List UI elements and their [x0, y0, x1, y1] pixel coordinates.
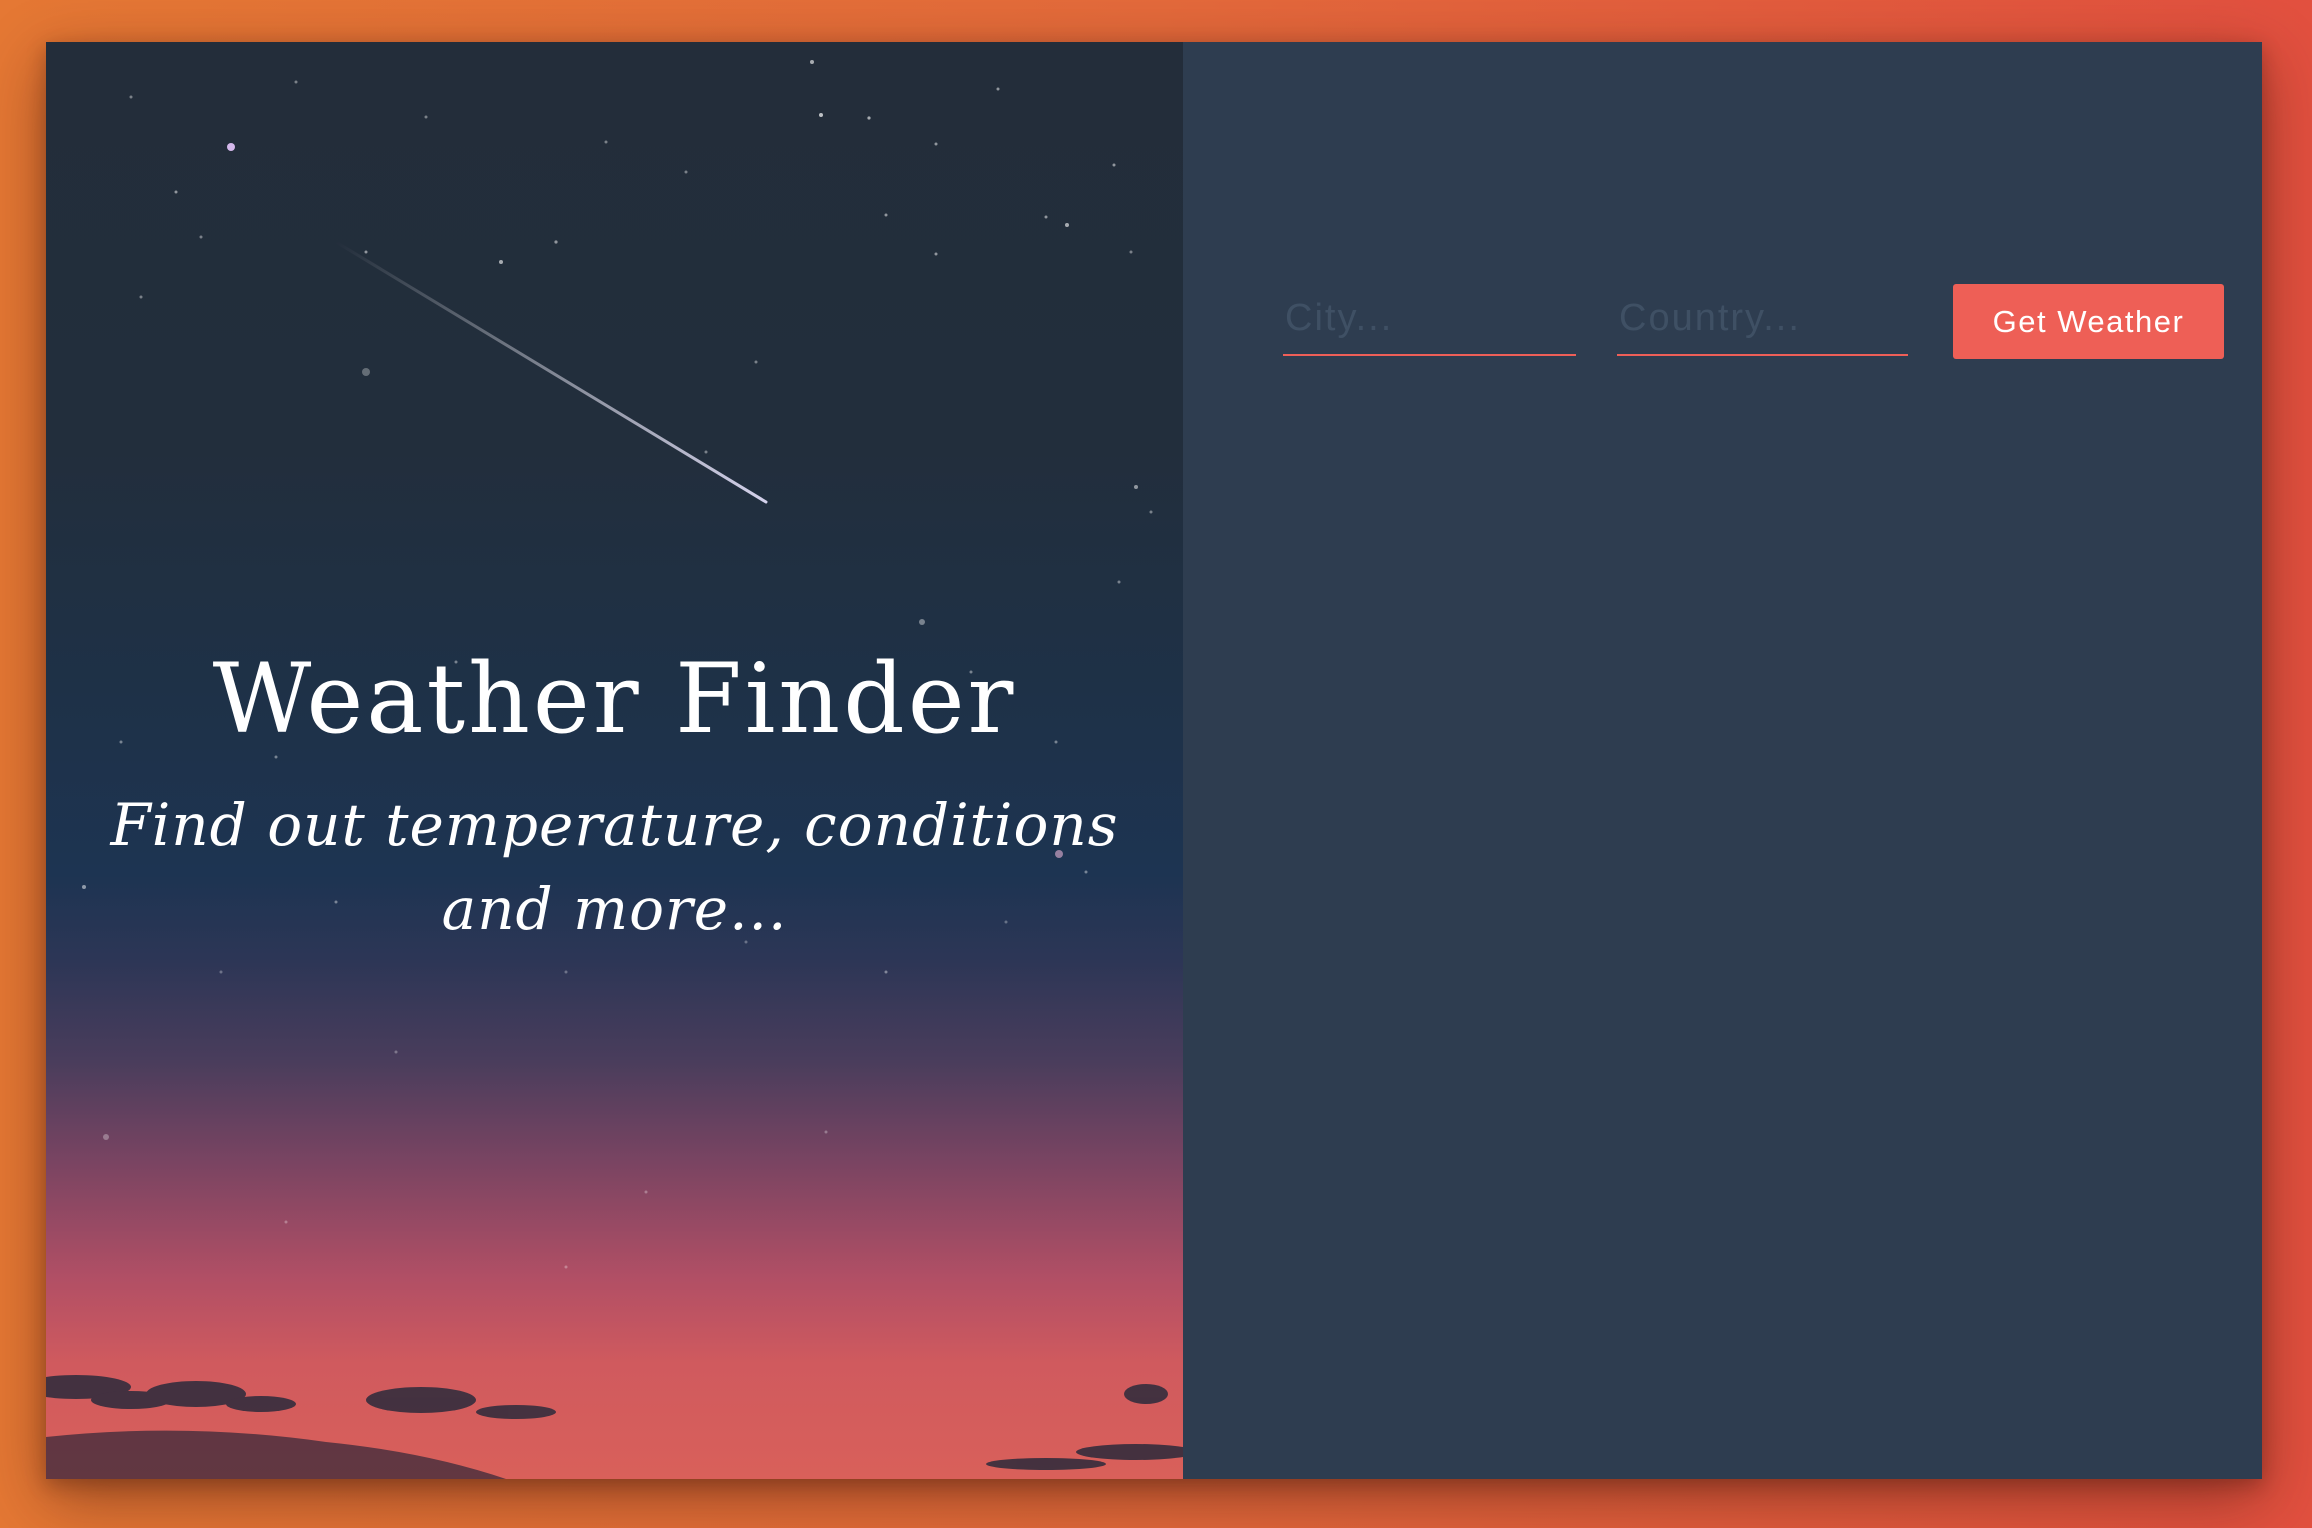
hero-panel: Weather Finder Find out temperature, con…: [46, 42, 1183, 1479]
city-input[interactable]: [1283, 282, 1576, 356]
mountain-silhouette: [46, 1430, 506, 1479]
shooting-star: [334, 240, 768, 504]
hero-text: Weather Finder Find out temperature, con…: [46, 642, 1183, 951]
app-container: Weather Finder Find out temperature, con…: [46, 42, 2262, 1479]
page-subtitle: Find out temperature, conditions and mor…: [110, 791, 1119, 944]
form-panel: Get Weather: [1183, 42, 2262, 1479]
page-title: Weather Finder: [212, 643, 1017, 755]
country-input[interactable]: [1617, 282, 1908, 356]
get-weather-button[interactable]: Get Weather: [1953, 284, 2224, 359]
